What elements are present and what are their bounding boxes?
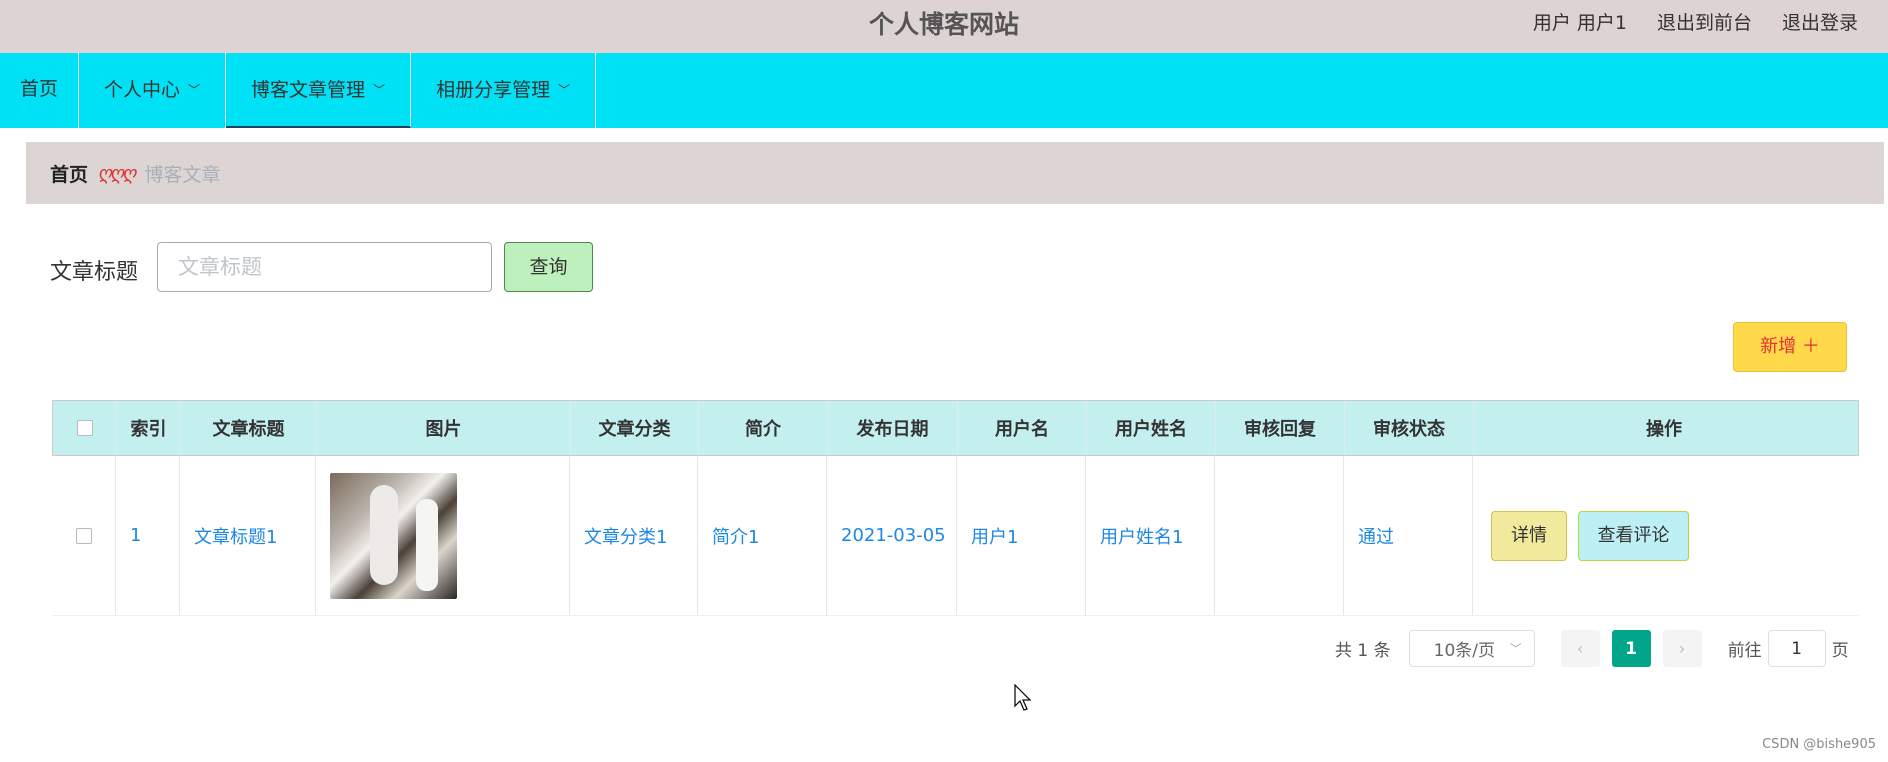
content-panel: 文章标题 查询 新增 ＋ 索引 文章标题 图片 文章分类 简介 发布日期 用户名… — [26, 216, 1884, 692]
intro-cell: 简介1 — [698, 456, 827, 615]
realname-cell: 用户姓名1 — [1086, 456, 1215, 615]
nav-item-personal-center[interactable]: 个人中心 ﹀ — [79, 53, 227, 128]
select-all-cell — [53, 401, 117, 455]
table-header: 索引 文章标题 图片 文章分类 简介 发布日期 用户名 用户姓名 审核回复 审核… — [52, 400, 1859, 456]
breadcrumb-separator-icon: ღღღ — [98, 162, 136, 184]
view-comments-button[interactable]: 查看评论 — [1578, 510, 1689, 561]
page-size-value: 10条/页 — [1433, 641, 1495, 661]
articles-table: 索引 文章标题 图片 文章分类 简介 发布日期 用户名 用户姓名 审核回复 审核… — [52, 400, 1859, 616]
column-header: 用户名 — [958, 401, 1087, 455]
column-header: 审核回复 — [1216, 401, 1345, 455]
logout-link[interactable]: 退出登录 — [1782, 8, 1858, 35]
breadcrumb-home[interactable]: 首页 — [50, 160, 88, 187]
nav-item-label: 博客文章管理 — [251, 79, 366, 101]
page-suffix: 页 — [1831, 641, 1849, 661]
nav-item-home[interactable]: 首页 — [0, 53, 80, 128]
header-actions: 用户 用户1 退出到前台 退出登录 — [1533, 8, 1858, 35]
page-number-button[interactable]: 1 — [1611, 630, 1651, 667]
column-header: 发布日期 — [828, 401, 958, 455]
chevron-down-icon: ﹀ — [188, 83, 201, 97]
add-button[interactable]: 新增 ＋ — [1733, 322, 1847, 372]
chevron-down-icon: ﹀ — [373, 83, 386, 97]
nav-item-label: 首页 — [20, 78, 59, 100]
goto-label: 前往 — [1727, 641, 1762, 661]
chevron-down-icon: ﹀ — [1509, 642, 1522, 656]
chevron-down-icon: ﹀ — [558, 83, 571, 97]
search-input[interactable] — [157, 242, 492, 292]
column-header: 简介 — [699, 401, 828, 455]
current-user-label: 用户 用户1 — [1532, 12, 1627, 34]
reply-cell — [1215, 456, 1344, 615]
title-cell: 文章标题1 — [180, 456, 316, 615]
pagination: 共 1 条 10条/页 ﹀ ‹ 1 › 前往 页 — [1335, 630, 1849, 667]
row-select-cell — [52, 456, 116, 615]
table-row: 1 文章标题1 文章分类1 简介1 2021-03-05 用户1 用户姓名1 通… — [52, 456, 1859, 616]
mouse-pointer-icon — [1014, 684, 1032, 711]
username-cell: 用户1 — [957, 456, 1086, 615]
next-page-button[interactable]: › — [1662, 630, 1702, 667]
detail-button[interactable]: 详情 — [1491, 510, 1567, 561]
column-header: 用户姓名 — [1087, 401, 1216, 455]
article-thumbnail — [330, 472, 457, 599]
index-cell: 1 — [116, 456, 180, 615]
image-cell — [316, 456, 570, 615]
goto-page-input[interactable] — [1767, 630, 1826, 667]
row-checkbox[interactable] — [75, 527, 92, 544]
status-cell: 通过 — [1344, 456, 1473, 615]
column-header: 文章分类 — [571, 401, 699, 455]
nav-item-label: 相册分享管理 — [436, 79, 551, 101]
nav-item-album-share[interactable]: 相册分享管理 ﹀ — [411, 53, 597, 128]
date-cell: 2021-03-05 — [827, 456, 957, 615]
watermark: CSDN @bishe905 — [1762, 737, 1876, 752]
column-header: 图片 — [317, 401, 571, 455]
select-all-checkbox[interactable] — [76, 420, 93, 436]
column-header: 文章标题 — [181, 401, 317, 455]
main-nav: 首页 个人中心 ﹀ 博客文章管理 ﹀ 相册分享管理 ﹀ — [0, 53, 1888, 128]
nav-item-blog-articles[interactable]: 博客文章管理 ﹀ — [226, 53, 412, 128]
query-button[interactable]: 查询 — [504, 242, 593, 292]
column-header: 索引 — [117, 401, 181, 455]
column-header: 审核状态 — [1345, 401, 1474, 455]
breadcrumb-current: 博客文章 — [144, 163, 221, 186]
search-label: 文章标题 — [50, 260, 139, 285]
column-header: 操作 — [1646, 419, 1682, 440]
category-cell: 文章分类1 — [570, 456, 698, 615]
exit-to-front-link[interactable]: 退出到前台 — [1657, 8, 1752, 35]
total-count: 共 1 条 — [1335, 641, 1391, 661]
prev-page-button[interactable]: ‹ — [1560, 630, 1600, 667]
actions-cell: 详情 查看评论 — [1473, 456, 1853, 615]
breadcrumb: 首页 ღღღ 博客文章 — [26, 142, 1884, 204]
nav-item-label: 个人中心 — [104, 79, 181, 101]
page-size-select[interactable]: 10条/页 ﹀ — [1408, 630, 1535, 667]
top-header: 个人博客网站 用户 用户1 退出到前台 退出登录 — [0, 0, 1888, 53]
